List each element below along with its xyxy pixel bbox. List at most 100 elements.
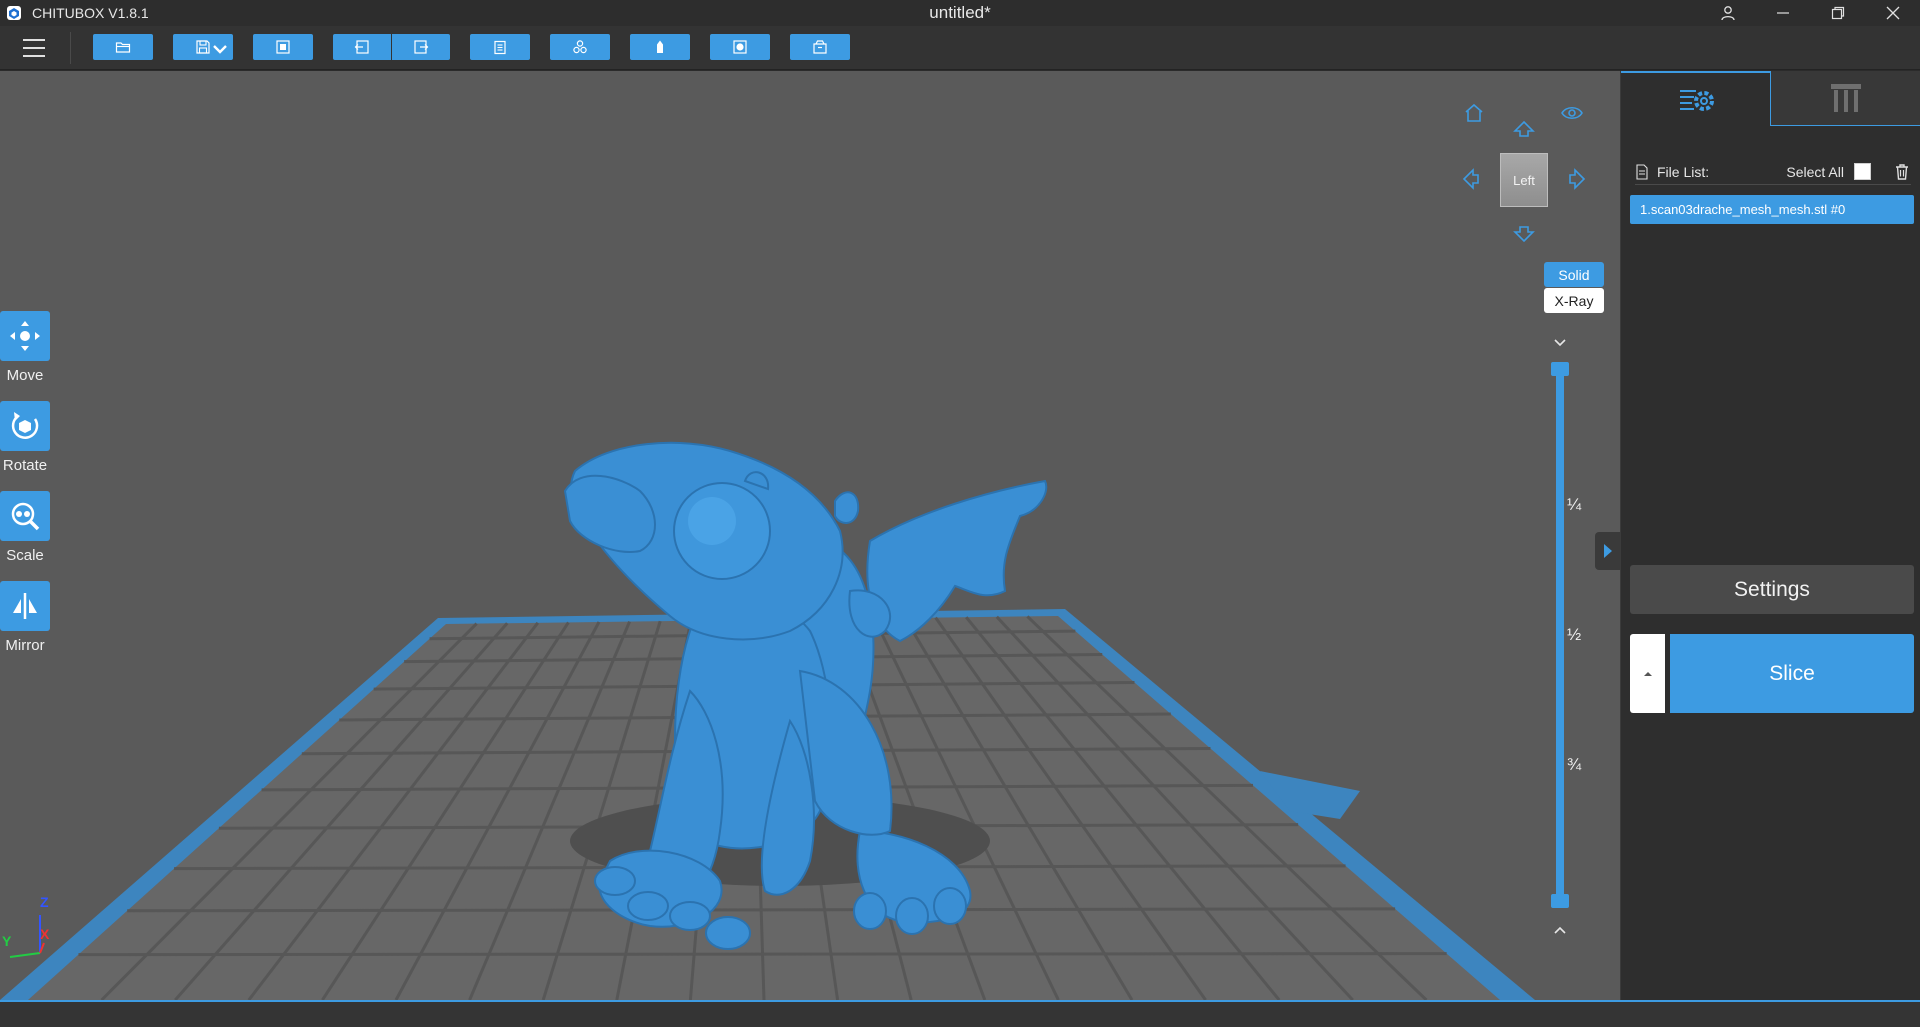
supports-icon	[1831, 84, 1861, 112]
scene-canvas[interactable]	[0, 71, 1620, 1000]
toolbar-divider	[70, 32, 71, 64]
file-list-header: File List: Select All	[1635, 159, 1911, 185]
auto-layout-icon	[276, 40, 290, 54]
redo-button[interactable]	[392, 34, 450, 60]
open-file-button[interactable]	[93, 34, 153, 60]
rotate-icon	[11, 412, 39, 439]
window-controls	[1700, 0, 1920, 26]
chevron-up-icon[interactable]	[1551, 924, 1569, 936]
slice-options-button[interactable]	[1630, 634, 1665, 713]
undo-button[interactable]	[333, 34, 391, 60]
3d-viewport[interactable]: Move Rotate Scale Mirror Left Solid X-Ra…	[0, 71, 1620, 1000]
slider-mark-quarter: ¼	[1567, 495, 1582, 514]
mirror-label: Mirror	[5, 637, 45, 654]
clipboard-button[interactable]	[470, 34, 530, 60]
minimize-button[interactable]	[1755, 0, 1810, 26]
file-icon	[1636, 163, 1648, 180]
axes-triad	[9, 915, 45, 958]
duplicate-icon	[573, 40, 587, 54]
auto-layout-button[interactable]	[253, 34, 313, 60]
grid-line	[78, 952, 1447, 957]
save-icon	[196, 40, 210, 54]
view-cube-face: Left	[1513, 172, 1535, 188]
tab-model-settings[interactable]	[1621, 71, 1771, 126]
select-all-checkbox[interactable]	[1854, 163, 1871, 180]
undo-icon	[354, 40, 369, 54]
panel-collapse-button[interactable]	[1595, 532, 1621, 570]
arrow-left-icon[interactable]	[1460, 167, 1484, 191]
slice-group: Slice	[1630, 634, 1914, 713]
chitubox-window: CHITUBOX V1.8.1 untitled* Move Rotate Sc…	[0, 0, 1920, 1027]
trash-icon[interactable]	[1893, 163, 1911, 181]
move-tool-button[interactable]	[0, 311, 50, 361]
grid-line	[127, 907, 1396, 913]
scale-tool[interactable]: Scale	[0, 491, 50, 564]
lamp-button[interactable]	[710, 34, 770, 60]
close-icon	[1886, 6, 1899, 20]
move-tool[interactable]: Move	[0, 311, 50, 384]
arrow-up-icon[interactable]	[1512, 118, 1536, 142]
scale-icon	[11, 502, 40, 531]
hollow-icon	[657, 40, 663, 53]
restore-button[interactable]	[1810, 0, 1865, 26]
solid-mode-button[interactable]: Solid	[1544, 262, 1604, 287]
tab-supports[interactable]	[1771, 71, 1920, 126]
select-all-label: Select All	[1786, 163, 1844, 180]
scale-tool-button[interactable]	[0, 491, 50, 541]
rotate-tool-button[interactable]	[0, 401, 50, 451]
clipboard-icon	[494, 40, 506, 55]
view-cube[interactable]: Left	[1500, 153, 1548, 207]
hollow-button[interactable]	[630, 34, 690, 60]
rotate-label: Rotate	[2, 457, 48, 474]
axis-y-label: Y	[2, 933, 12, 949]
chevron-down-icon[interactable]	[1551, 337, 1569, 349]
close-button[interactable]	[1865, 0, 1920, 26]
minimize-icon	[1776, 12, 1789, 14]
arrow-right-icon[interactable]	[1564, 167, 1588, 191]
mirror-tool-button[interactable]	[0, 581, 50, 631]
export-icon	[813, 40, 827, 54]
axis-x-label: X	[40, 926, 50, 942]
mirror-icon	[13, 593, 37, 619]
menu-line	[23, 39, 45, 41]
arrow-down-icon[interactable]	[1512, 221, 1536, 245]
xray-mode-button[interactable]: X-Ray	[1544, 288, 1604, 313]
layer-slider-top-handle[interactable]	[1551, 362, 1569, 376]
chitubox-logo-icon	[7, 6, 21, 20]
eye-icon[interactable]	[1560, 101, 1584, 125]
home-view-icon[interactable]	[1462, 101, 1486, 125]
user-icon	[1720, 6, 1735, 21]
document-title: untitled*	[929, 3, 991, 22]
chevron-right-icon	[1604, 544, 1612, 558]
lamp-icon	[733, 40, 747, 54]
settings-button[interactable]: Settings	[1630, 565, 1914, 614]
menu-line	[23, 47, 45, 49]
redo-icon	[414, 40, 429, 54]
status-bar	[0, 1000, 1920, 1027]
save-button[interactable]	[173, 34, 233, 60]
menu-button[interactable]	[20, 37, 48, 59]
slider-mark-half: ½	[1567, 625, 1582, 644]
menu-line	[23, 55, 45, 57]
axis-z-label: Z	[40, 894, 49, 910]
file-list-label: File List:	[1657, 163, 1710, 180]
restore-icon	[1831, 6, 1844, 20]
right-panel: File List: Select All 1.scan03drache_mes…	[1620, 71, 1920, 1000]
list-settings-icon	[1679, 89, 1714, 111]
layer-slider-bottom-handle[interactable]	[1551, 894, 1569, 908]
file-list-item[interactable]: 1.scan03drache_mesh_mesh.stl #0	[1630, 195, 1914, 224]
app-name: CHITUBOX V1.8.1	[32, 5, 149, 21]
mirror-tool[interactable]: Mirror	[0, 581, 50, 654]
slice-button[interactable]: Slice	[1670, 634, 1914, 713]
scale-label: Scale	[6, 547, 44, 564]
move-label: Move	[6, 367, 44, 384]
export-button[interactable]	[790, 34, 850, 60]
user-account-button[interactable]	[1700, 0, 1755, 26]
layer-slider-track[interactable]	[1556, 367, 1564, 899]
duplicate-button[interactable]	[550, 34, 610, 60]
slider-mark-three-quarters: ¾	[1567, 755, 1582, 774]
main-toolbar	[0, 26, 1920, 70]
rotate-tool[interactable]: Rotate	[0, 401, 50, 474]
move-icon	[10, 321, 40, 351]
chevron-down-icon	[213, 45, 227, 54]
